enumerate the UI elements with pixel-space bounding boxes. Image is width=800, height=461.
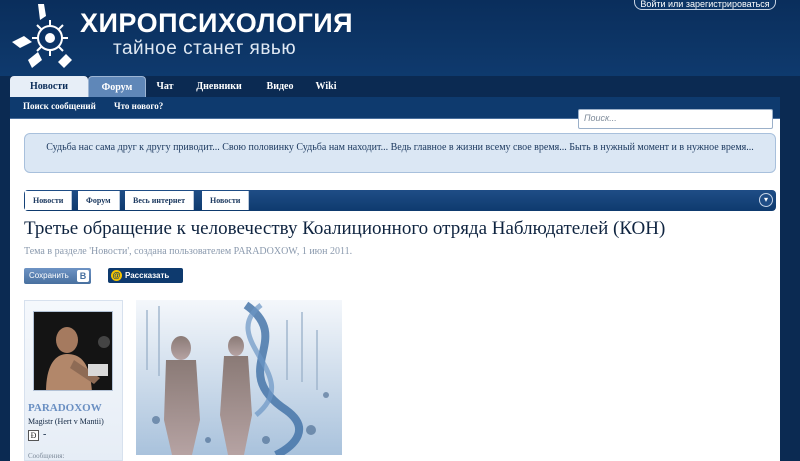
breadcrumb-item[interactable]: Новости: [202, 191, 250, 210]
avatar[interactable]: [33, 311, 113, 391]
vk-icon: В: [77, 270, 89, 282]
at-sign-icon: @: [111, 270, 122, 281]
tell-button[interactable]: @ Рассказать: [108, 268, 183, 283]
tab-video[interactable]: Видео: [254, 76, 306, 97]
login-register-button[interactable]: Войти или зарегистрироваться: [634, 0, 776, 10]
breadcrumb-item[interactable]: Новости: [25, 191, 73, 210]
breadcrumb: Новости Форум Весь интернет Новости ▾: [24, 190, 776, 211]
tab-news[interactable]: Новости: [10, 76, 88, 97]
notice-banner: Судьба нас сама друг к другу приводит...…: [24, 133, 776, 173]
breadcrumb-item[interactable]: Весь интернет: [125, 191, 195, 210]
thread-meta: Тема в разделе 'Новости', создана пользо…: [24, 246, 353, 257]
page-title: Третье обращение к человечеству Коалицио…: [24, 218, 666, 239]
save-vk-button[interactable]: Сохранить В: [24, 268, 91, 284]
tab-diaries[interactable]: Дневники: [186, 76, 252, 97]
tab-wiki[interactable]: Wiki: [308, 76, 344, 97]
site-header: ХИРОПСИХОЛОГИЯ тайное станет явью Войти …: [0, 0, 800, 76]
chevron-down-icon[interactable]: ▾: [759, 193, 773, 207]
breadcrumb-item[interactable]: Форум: [78, 191, 120, 210]
badge-icon: Ð: [28, 430, 39, 441]
author-title: Magistr (Hert v Mantii): [28, 417, 104, 426]
author-name[interactable]: PARADOXOW: [28, 402, 102, 414]
site-tagline: тайное станет явью: [113, 38, 297, 59]
site-title[interactable]: ХИРОПСИХОЛОГИЯ: [80, 8, 353, 39]
tab-forum[interactable]: Форум: [88, 76, 146, 97]
search-messages-link[interactable]: Поиск сообщений: [23, 101, 96, 111]
whats-new-link[interactable]: Что нового?: [114, 101, 163, 111]
messages-label: Сообщения:: [28, 452, 65, 460]
tab-chat[interactable]: Чат: [146, 76, 184, 97]
main-nav: Новости Форум Чат Дневники Видео Wiki: [10, 76, 780, 97]
post-image[interactable]: [136, 300, 342, 455]
author-status: -: [43, 429, 47, 440]
tell-label: Рассказать: [125, 271, 170, 280]
hands-logo-icon[interactable]: [8, 2, 76, 70]
save-label: Сохранить: [29, 271, 69, 280]
search-input[interactable]: Поиск...: [578, 109, 773, 129]
